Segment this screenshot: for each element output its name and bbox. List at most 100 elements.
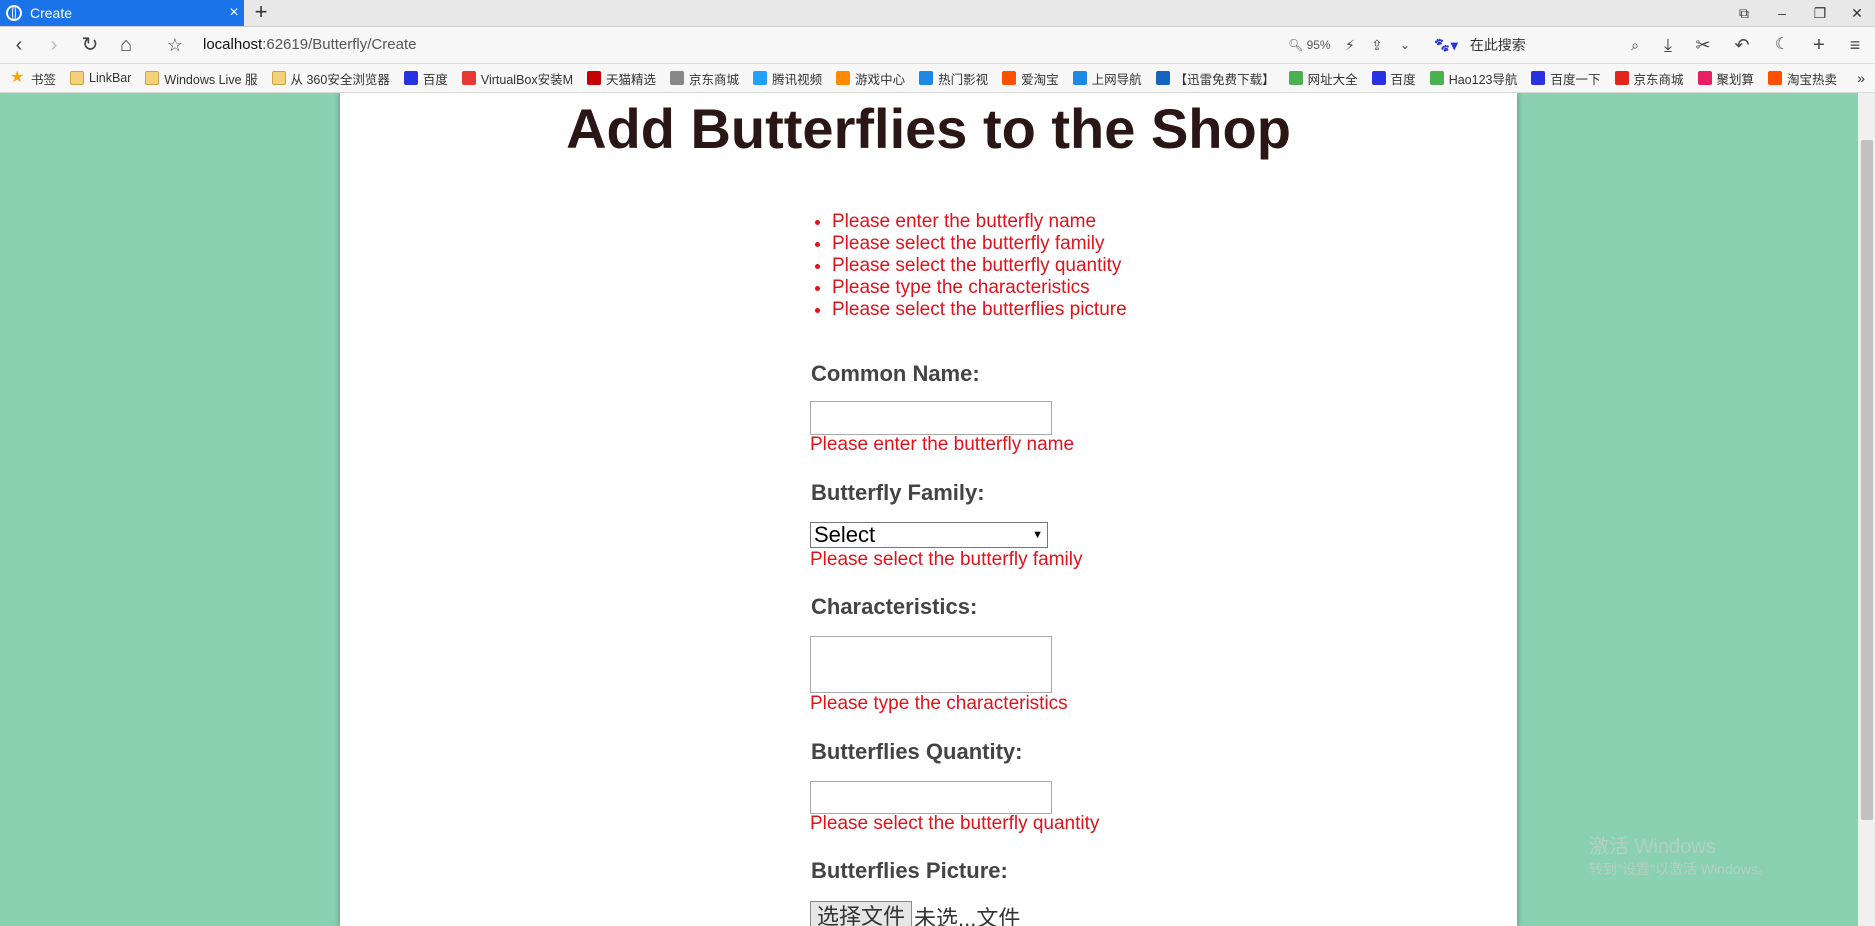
bookmark-item[interactable]: 从 360安全浏览器 bbox=[271, 69, 390, 88]
taobao-icon bbox=[1002, 71, 1017, 85]
zoom-icon: 🔍︎ bbox=[1288, 38, 1304, 52]
family-select[interactable]: Select ▼ bbox=[810, 522, 1048, 548]
bookmark-item[interactable]: ★ 书签 bbox=[10, 69, 56, 88]
bookmark-label: 百度一下 bbox=[1550, 72, 1601, 87]
jd-icon bbox=[1614, 71, 1629, 85]
bookmark-item[interactable]: 热门影视 bbox=[919, 69, 988, 88]
baidu-icon bbox=[1531, 71, 1546, 85]
menu-icon[interactable]: ≡ bbox=[1840, 27, 1870, 63]
lightning-icon[interactable]: ⚡︎ bbox=[1335, 27, 1365, 63]
c-icon bbox=[461, 71, 476, 85]
choose-file-button[interactable]: 选择文件 bbox=[810, 901, 913, 926]
quantity-error: Please select the butterfly quantity bbox=[810, 813, 1100, 834]
bookmark-item[interactable]: Hao123导航 bbox=[1429, 69, 1517, 88]
game-icon bbox=[836, 71, 851, 85]
bookmark-item[interactable]: 网址大全 bbox=[1288, 69, 1358, 88]
error-item: Please select the butterfly quantity bbox=[832, 255, 1127, 277]
pin-icon[interactable]: ⧉ bbox=[1725, 0, 1763, 26]
bookmark-item[interactable]: 爱淘宝 bbox=[1002, 69, 1059, 88]
tab-title: Create bbox=[30, 5, 73, 21]
characteristics-label: Characteristics: bbox=[811, 594, 978, 619]
quantity-input[interactable] bbox=[810, 781, 1052, 814]
bookmark-item[interactable]: 天猫精选 bbox=[587, 69, 656, 88]
close-window-button[interactable]: ✕ bbox=[1838, 0, 1875, 26]
bookmark-item[interactable]: 上网导航 bbox=[1072, 69, 1142, 88]
share-icon[interactable]: ⇪ bbox=[1362, 27, 1392, 63]
bookmark-item[interactable]: 百度一下 bbox=[1531, 69, 1601, 88]
restore-button[interactable]: ❐ bbox=[1801, 0, 1839, 26]
close-tab-icon[interactable]: × bbox=[224, 4, 244, 22]
bookmark-label: LinkBar bbox=[89, 71, 132, 85]
page-background: Add Butterflies to the Shop Please enter… bbox=[0, 93, 1875, 926]
new-tab-button[interactable]: + bbox=[250, 0, 272, 26]
hao-icon bbox=[1288, 71, 1303, 85]
bookmark-item[interactable]: 百度 bbox=[403, 69, 448, 88]
search-icon[interactable]: ⌕ bbox=[1631, 32, 1639, 58]
characteristics-error: Please type the characteristics bbox=[810, 693, 1068, 714]
validation-summary: Please enter the butterfly name Please s… bbox=[810, 211, 1127, 321]
common-name-input[interactable] bbox=[810, 401, 1052, 435]
bookmark-label: 热门影视 bbox=[938, 72, 989, 87]
url-path: :62619/Butterfly/Create bbox=[262, 36, 417, 53]
error-item: Please select the butterflies picture bbox=[832, 299, 1127, 321]
add-icon[interactable]: + bbox=[1804, 27, 1834, 63]
bookmark-label: 爱淘宝 bbox=[1021, 72, 1059, 87]
tencent-video-icon bbox=[753, 71, 768, 85]
zoom-level[interactable]: 🔍︎ 95% bbox=[1288, 34, 1331, 56]
more-bookmarks-icon[interactable]: » bbox=[1857, 70, 1865, 86]
bookmark-label: VirtualBox安装M bbox=[480, 72, 574, 87]
scissors-icon[interactable]: ✂︎ bbox=[1688, 27, 1718, 63]
hao123-icon bbox=[1429, 71, 1444, 85]
bookmark-item[interactable]: 淘宝热卖 bbox=[1768, 69, 1837, 88]
watermark-line1: 激活 Windows bbox=[1589, 836, 1716, 858]
bookmark-label: 网址大全 bbox=[1307, 72, 1358, 87]
moon-icon[interactable]: ☾ bbox=[1767, 27, 1797, 63]
bookmark-label: 百度 bbox=[1390, 72, 1416, 87]
bookmark-item[interactable]: VirtualBox安装M bbox=[461, 69, 574, 88]
error-item: Please select the butterfly family bbox=[832, 233, 1127, 255]
back-icon[interactable]: ‹ bbox=[4, 27, 34, 63]
zoom-value: 95% bbox=[1306, 38, 1331, 52]
tab-create[interactable]: Create × bbox=[0, 0, 244, 26]
bookmark-label: 天猫精选 bbox=[606, 72, 657, 87]
home-icon[interactable]: ⌂ bbox=[111, 27, 141, 63]
bookmark-star-icon[interactable]: ☆ bbox=[160, 27, 190, 63]
url-host: localhost bbox=[203, 36, 263, 53]
characteristics-textarea[interactable] bbox=[810, 636, 1052, 693]
forward-icon[interactable]: › bbox=[39, 27, 69, 63]
bookmark-item[interactable]: 腾讯视频 bbox=[753, 69, 822, 88]
minimize-button[interactable]: – bbox=[1763, 0, 1801, 26]
bookmark-label: 京东商城 bbox=[1633, 72, 1684, 87]
browser-title-bar bbox=[0, 0, 1875, 27]
globe-icon bbox=[6, 5, 22, 21]
bookmark-label: 京东商城 bbox=[689, 72, 740, 87]
undo-icon[interactable]: ↶ bbox=[1727, 27, 1757, 63]
bookmarks-bar: ★ 书签 LinkBar Windows Live 服 从 360安全浏览器 百度 Virt… bbox=[0, 64, 1875, 93]
bookmark-item[interactable]: 京东商城 bbox=[670, 69, 739, 88]
xunlei-icon bbox=[1155, 71, 1170, 85]
globe-icon bbox=[670, 71, 685, 85]
address-bar[interactable]: localhost:62619/Butterfly/Create bbox=[203, 34, 1183, 56]
video-icon bbox=[919, 71, 934, 85]
search-placeholder: 在此搜索 bbox=[1469, 37, 1526, 53]
picture-file-input[interactable]: 选择文件 未选...文件 bbox=[810, 901, 1020, 926]
reload-icon[interactable]: ↻ bbox=[75, 27, 105, 63]
bookmark-label: 淘宝热卖 bbox=[1787, 72, 1838, 87]
bookmark-item[interactable]: Windows Live 服 bbox=[145, 69, 258, 88]
bookmark-label: 从 360安全浏览器 bbox=[290, 72, 390, 87]
download-icon[interactable]: ⤓ bbox=[1653, 27, 1683, 63]
baidu-icon: 🐾︎▾ bbox=[1433, 37, 1458, 53]
baidu-icon bbox=[1371, 71, 1386, 85]
bookmark-item[interactable]: 百度 bbox=[1371, 69, 1416, 88]
form-card: Add Butterflies to the Shop Please enter… bbox=[340, 93, 1517, 926]
bookmark-item[interactable]: 聚划算 bbox=[1697, 69, 1754, 88]
bookmark-item[interactable]: 【迅雷免费下载】 bbox=[1155, 69, 1275, 88]
quantity-label: Butterflies Quantity: bbox=[811, 739, 1023, 764]
scrollbar-thumb[interactable] bbox=[1861, 140, 1873, 820]
bookmark-item[interactable]: 京东商城 bbox=[1614, 69, 1684, 88]
bookmark-item[interactable]: 游戏中心 bbox=[836, 69, 905, 88]
file-status: 未选...文件 bbox=[914, 906, 1021, 926]
search-box[interactable]: 🐾︎▾ 在此搜索 ⌕ bbox=[1433, 32, 1643, 58]
bookmark-item[interactable]: LinkBar bbox=[70, 71, 131, 85]
chevron-down-icon[interactable]: ⌄ bbox=[1390, 27, 1420, 63]
